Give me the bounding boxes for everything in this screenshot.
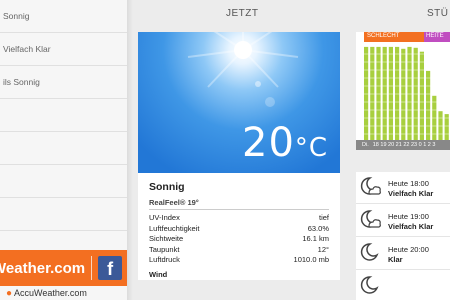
- sidebar-item-label: Vielfach Klar: [3, 44, 51, 54]
- hourly-row[interactable]: [356, 271, 450, 300]
- hour-condition: Vielfach Klar: [388, 189, 434, 198]
- weather-details-list: UV-Index tief Luftfeuchtigkeit 63.0% Sic…: [149, 213, 329, 266]
- detail-label: Sichtweite: [149, 234, 184, 243]
- hourly-list: Heute 18:00 Vielfach Klar Heute 19:00 Vi…: [356, 172, 450, 300]
- chart-axis-label: Di.: [362, 142, 369, 148]
- hour-time: Heute 20:00: [388, 245, 429, 254]
- current-temperature: 20°C: [242, 120, 328, 166]
- detail-row: Luftfeuchtigkeit 63.0%: [149, 224, 329, 235]
- moon-cloud-icon: [360, 210, 381, 228]
- hourly-bar: [426, 70, 431, 140]
- hourly-forecast-chart[interactable]: SCHLECHT HEITE Di. 18 19 20 21 22 23 0 1…: [356, 32, 450, 150]
- detail-label: Luftdruck: [149, 255, 180, 264]
- brand-footer-text: AccuWeather.com: [14, 288, 87, 298]
- banner-divider: [91, 256, 93, 280]
- detail-row: Sichtweite 16.1 km: [149, 234, 329, 245]
- moon-cloud-icon: [360, 177, 381, 195]
- hourly-title: STÜ: [427, 8, 449, 19]
- detail-value: 1010.0 mb: [293, 255, 329, 264]
- brand-footer: ● AccuWeather.com: [0, 286, 127, 300]
- sunny-sky-image: 20°C: [138, 32, 340, 173]
- detail-label: Luftfeuchtigkeit: [149, 223, 200, 233]
- sidebar-location-item[interactable]: ils Sonnig: [0, 66, 127, 99]
- hour-condition: Vielfach Klar: [388, 222, 434, 231]
- current-condition: Sonnig: [149, 181, 185, 193]
- chart-axis-ticks: 18 19 20 21 22 23 0 1 2 3: [372, 142, 436, 148]
- chart-axis: Di. 18 19 20 21 22 23 0 1 2 3: [356, 140, 450, 150]
- detail-row: UV-Index tief: [149, 213, 329, 224]
- detail-value: tief: [318, 213, 329, 222]
- wind-label: Wind: [149, 270, 168, 279]
- temperature-value: 20: [242, 120, 295, 166]
- now-title: JETZT: [226, 8, 259, 19]
- hour-time: Heute 18:00: [388, 179, 429, 188]
- hourly-row[interactable]: Heute 20:00 Klar: [356, 238, 450, 270]
- detail-row: Luftdruck 1010.0 mb: [149, 255, 329, 266]
- sidebar-empty-row: [0, 99, 127, 132]
- sidebar-empty-row: [0, 132, 127, 165]
- sidebar-item-label: Sonnig: [3, 11, 30, 21]
- realfeel-temperature: RealFeel® 19°: [149, 198, 199, 207]
- hourly-bar: [419, 51, 424, 141]
- sidebar-location-item[interactable]: Sonnig: [0, 0, 127, 33]
- brand-logo-text: Weather.com: [0, 259, 86, 277]
- moon-icon: [360, 243, 379, 261]
- sidebar-empty-row: [0, 198, 127, 231]
- sidebar-empty-row: [0, 165, 127, 198]
- panel-divider: [127, 0, 133, 300]
- temperature-unit: °C: [294, 133, 329, 163]
- detail-label: UV-Index: [149, 213, 180, 222]
- moon-cloud-icon: [360, 276, 379, 294]
- detail-label: Taupunkt: [149, 244, 180, 254]
- accuweather-banner[interactable]: Weather.com f: [0, 250, 127, 286]
- hourly-row[interactable]: Heute 18:00 Vielfach Klar: [356, 172, 450, 204]
- detail-value: 12°: [317, 244, 329, 254]
- hour-time: Heute 19:00: [388, 212, 429, 221]
- facebook-icon[interactable]: f: [98, 256, 123, 280]
- facebook-letter: f: [107, 259, 114, 279]
- hourly-bars: [364, 45, 450, 141]
- accuweather-logo-icon: ●: [6, 287, 13, 299]
- sidebar-item-label: ils Sonnig: [3, 77, 40, 87]
- details-separator: [149, 209, 329, 210]
- sidebar-location-item[interactable]: Vielfach Klar: [0, 33, 127, 66]
- hourly-row[interactable]: Heute 19:00 Vielfach Klar: [356, 205, 450, 237]
- detail-value: 16.1 km: [302, 234, 329, 243]
- detail-value: 63.0%: [307, 223, 329, 233]
- detail-row: Taupunkt 12°: [149, 245, 329, 256]
- current-conditions-card: 20°C Sonnig RealFeel® 19° UV-Index tief …: [138, 32, 340, 280]
- hour-condition: Klar: [388, 255, 403, 264]
